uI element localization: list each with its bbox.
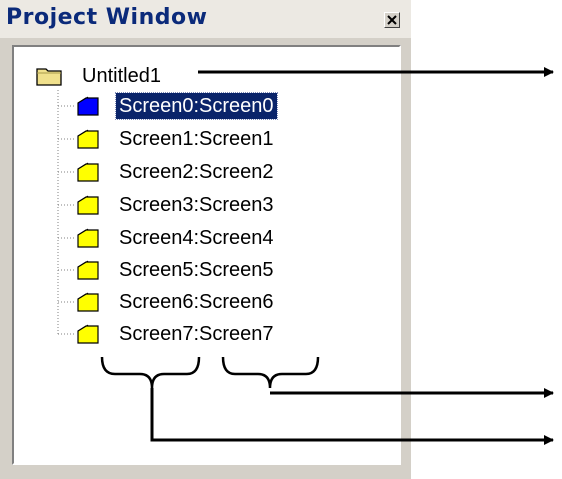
tree-item-label: Screen1:Screen1 [119,128,274,150]
tree-item-screen3[interactable]: Screen3:Screen3 [0,191,411,221]
tree-item-label: Screen3:Screen3 [119,194,274,216]
project-window: Project Window Untitled1 Screen0:Screen0… [0,0,411,479]
tree-item-label: Screen0:Screen0 [115,92,278,120]
tree-item-screen4[interactable]: Screen4:Screen4 [0,224,411,254]
screen-icon [77,228,99,248]
tree-root-label: Untitled1 [82,65,161,87]
screen-icon [77,324,99,344]
folder-icon [36,68,62,86]
screen-icon [77,260,99,280]
tree-item-screen0[interactable]: Screen0:Screen0 [0,92,411,122]
tree-item-label: Screen7:Screen7 [119,323,274,345]
tree-item-label: Screen5:Screen5 [119,259,274,281]
screen-icon [77,162,99,182]
screen-icon [77,292,99,312]
tree-item-screen1[interactable]: Screen1:Screen1 [0,125,411,155]
screen-icon [77,129,99,149]
tree-item-screen5[interactable]: Screen5:Screen5 [0,256,411,286]
tree-item-label: Screen4:Screen4 [119,227,274,249]
screen-selected-icon [77,96,99,116]
tree-item-screen6[interactable]: Screen6:Screen6 [0,288,411,318]
tree-item-screen2[interactable]: Screen2:Screen2 [0,158,411,188]
tree-item-screen7[interactable]: Screen7:Screen7 [0,320,411,350]
screen-icon [77,195,99,215]
tree-item-label: Screen2:Screen2 [119,161,274,183]
tree-item-label: Screen6:Screen6 [119,291,274,313]
